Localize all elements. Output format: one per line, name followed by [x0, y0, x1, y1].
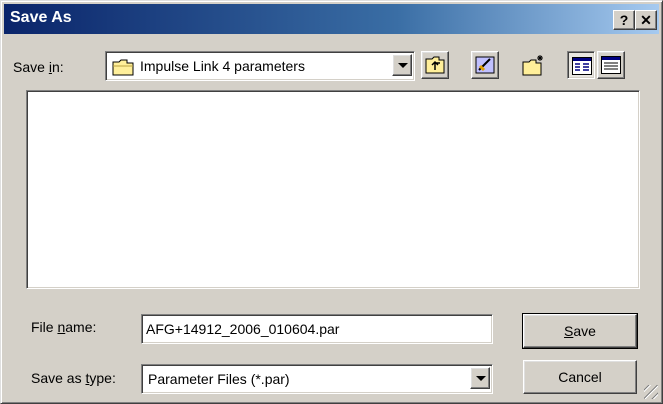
file-name-value: AFG+14912_2006_010604.par [146, 321, 340, 337]
close-button[interactable]: ✕ [635, 10, 657, 30]
file-name-input[interactable]: AFG+14912_2006_010604.par [141, 314, 493, 344]
new-folder-button[interactable] [519, 51, 547, 79]
folder-icon [112, 58, 134, 79]
save-button[interactable]: Save [522, 313, 638, 349]
save-button-label: ave [573, 323, 596, 339]
window-title: Save As [10, 9, 72, 26]
cancel-button[interactable]: Cancel [523, 360, 637, 394]
save-button-mnemonic: S [564, 323, 574, 339]
save-in-combobox[interactable]: Impulse Link 4 parameters [105, 51, 415, 81]
list-view-icon [572, 57, 592, 78]
up-one-level-icon [425, 56, 445, 77]
save-as-type-label: Save as type: [31, 370, 116, 386]
save-as-dialog: Save As ? ✕ Save in: Impulse Link 4 para… [0, 0, 663, 404]
desktop-button[interactable] [471, 51, 499, 79]
details-view-icon [601, 56, 621, 77]
save-as-type-value: Parameter Files (*.par) [148, 371, 290, 387]
save-in-dropdown-button[interactable] [392, 54, 412, 76]
new-folder-icon [522, 54, 546, 79]
file-name-label: File name: [31, 319, 97, 335]
save-as-type-combobox[interactable]: Parameter Files (*.par) [141, 364, 493, 394]
save-as-type-dropdown-button[interactable] [470, 367, 490, 389]
desktop-icon [475, 55, 495, 78]
save-in-value: Impulse Link 4 parameters [140, 58, 305, 74]
help-button[interactable]: ? [613, 10, 635, 30]
file-list[interactable] [26, 90, 640, 289]
list-view-button[interactable] [567, 51, 595, 79]
resize-grip-icon[interactable] [644, 385, 658, 399]
title-bar[interactable]: Save As ? ✕ [4, 4, 659, 34]
up-one-level-button[interactable] [421, 51, 449, 79]
chevron-down-icon [398, 63, 408, 68]
chevron-down-icon [476, 376, 486, 381]
details-view-button[interactable] [597, 51, 625, 79]
save-in-label: Save in: [13, 59, 64, 75]
